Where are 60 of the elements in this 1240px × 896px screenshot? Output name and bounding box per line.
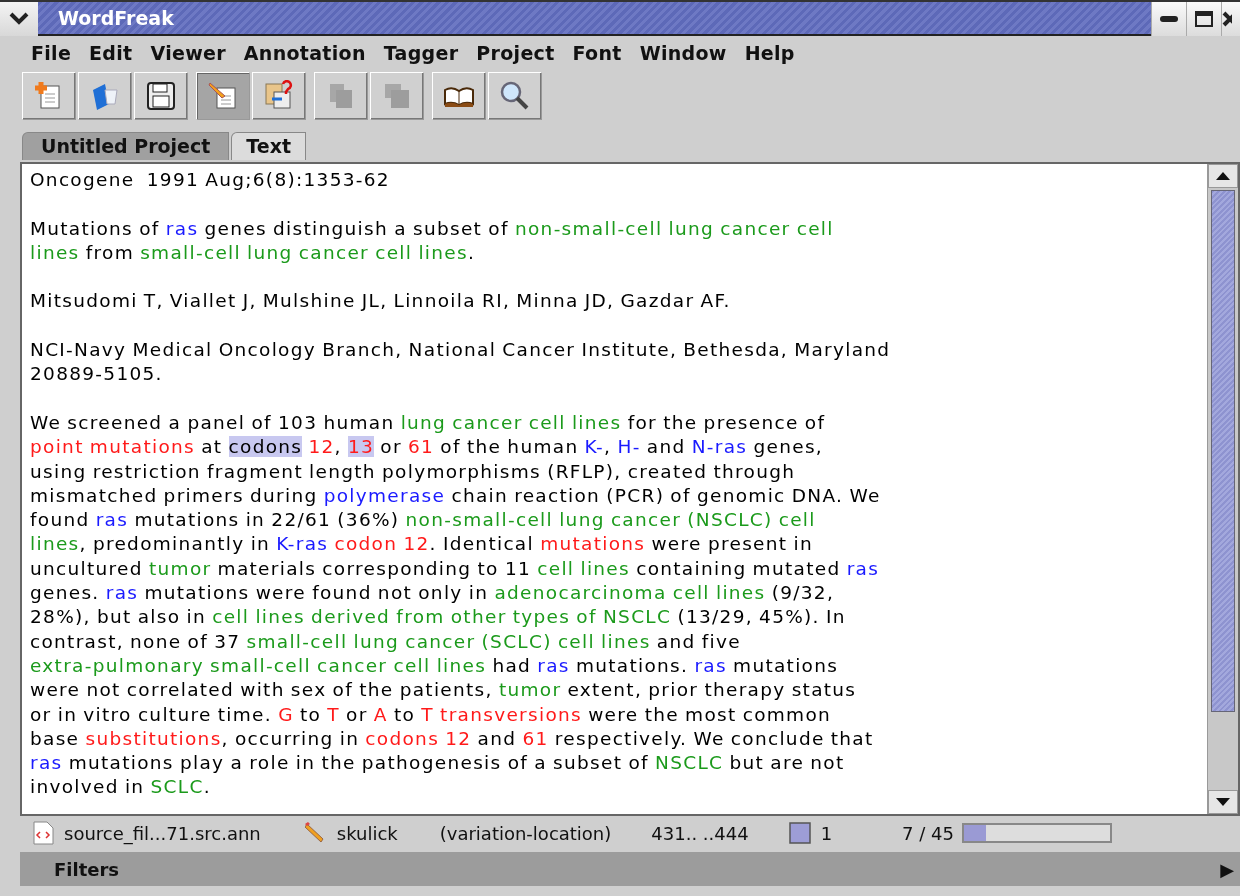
vertical-scrollbar[interactable] — [1207, 164, 1238, 814]
position-counter: 7 / 45 — [902, 822, 954, 844]
text-line: were not correlated with sex of the patients, tumor extent, prior therapy status — [30, 678, 858, 703]
pencil-document-icon — [207, 80, 239, 112]
text-line: point mutations at codons 12, 13 or 61 of the human K-, H- and N-ras genes, — [30, 435, 825, 460]
menu-item[interactable]: Font — [563, 42, 631, 64]
minimize-icon — [1160, 15, 1178, 23]
document-question-icon — [263, 80, 295, 112]
window-title: WordFreak — [38, 2, 1151, 36]
user-name: skulick — [336, 822, 398, 844]
maximize-icon — [1195, 11, 1213, 27]
file-code-icon — [32, 821, 54, 845]
tab[interactable]: Untitled Project — [22, 132, 230, 160]
menu-item[interactable]: Help — [735, 42, 804, 64]
down-arrow-icon — [1216, 798, 1230, 806]
close-button[interactable] — [1221, 2, 1240, 36]
span-range: 431.. ..444 — [651, 822, 749, 844]
menu-item[interactable]: Project — [467, 42, 564, 64]
text-line: or in vitro culture time. G to T or A to T transversions were the most common — [30, 702, 833, 727]
text-line: uncultured tumor materials corresponding to 11 cell lines containing mutated ras — [30, 556, 881, 581]
close-icon — [1222, 11, 1232, 27]
menu-item[interactable]: Tagger — [374, 42, 468, 64]
filters-label[interactable]: Filters — [54, 858, 120, 880]
text-line: contrast, none of 37 small-cell lung cancer (SCLC) cell lines and five — [30, 629, 742, 654]
text-line: NCI-Navy Medical Oncology Branch, National Cancer Institute, Bethesda, Maryland — [30, 338, 892, 363]
text-line: lines from small-cell lung cancer cell lines. — [30, 240, 477, 265]
toolbar-button[interactable] — [432, 72, 486, 120]
menu-item[interactable]: Annotation — [234, 42, 375, 64]
tab[interactable]: Text — [231, 132, 306, 160]
text-line: Mutations of ras genes distinguish a subset of non-small-cell lung cancer cell — [30, 216, 835, 241]
minimize-button[interactable] — [1151, 2, 1186, 36]
text-line: Mitsudomi T, Viallet J, Mulshine JL, Linnoila RI, Minna JD, Gazdar AF. — [30, 289, 732, 314]
toolbar-button[interactable] — [134, 72, 188, 120]
menu-item[interactable]: File — [22, 42, 81, 64]
menu-item[interactable]: Edit — [80, 42, 142, 64]
text-line: extra-pulmonary small-cell cancer cell lines had ras mutations. ras mutations — [30, 653, 840, 678]
text-line: We screened a panel of 103 human lung cancer cell lines for the presence of — [30, 410, 827, 435]
color-swatch-icon — [788, 822, 811, 844]
text-line: 20889-5105. — [30, 362, 164, 387]
chevron-down-icon — [9, 12, 29, 26]
text-line: 28%), but also in cell lines derived from other types of NSCLC (13/29, 45%). In — [30, 605, 847, 630]
text-line: found ras mutations in 22/61 (36%) non-small-cell lung cancer (NSCLC) cell — [30, 508, 817, 533]
annotation-count: 1 — [820, 822, 833, 844]
menu-item[interactable]: Window — [630, 42, 736, 64]
file-name: source_fil...71.src.ann — [64, 822, 261, 844]
maximize-button[interactable] — [1186, 2, 1221, 36]
text-line: lines, predominantly in K-ras codon 12. Identical mutations were present in — [30, 532, 814, 557]
menu-item[interactable]: Viewer — [141, 42, 235, 64]
text-line: Oncogene 1991 Aug;6(8):1353-62 — [30, 168, 391, 192]
text-line: using restriction fragment length polymorphisms (RFLP), created through — [30, 459, 797, 484]
text-line: base substitutions, occurring in codons 12 and 61 respectively. We conclude that — [30, 726, 875, 751]
scrollbar-thumb[interactable] — [1211, 190, 1235, 712]
search-icon — [499, 80, 531, 112]
text-line: genes. ras mutations were found not only in adenocarcinoma cell lines (9/32, — [30, 581, 836, 606]
annotation-type: (variation-location) — [439, 822, 612, 844]
text-line: mismatched primers during polymerase chain reaction (PCR) of genomic DNA. We — [30, 483, 882, 508]
expand-arrow[interactable]: ▶ — [1220, 858, 1234, 880]
text-line: ras mutations play a role in the pathogenesis of a subset of NSCLC but are not — [30, 751, 846, 776]
text-line: involved in SCLC. — [30, 775, 212, 800]
up-arrow-icon — [1216, 172, 1230, 180]
